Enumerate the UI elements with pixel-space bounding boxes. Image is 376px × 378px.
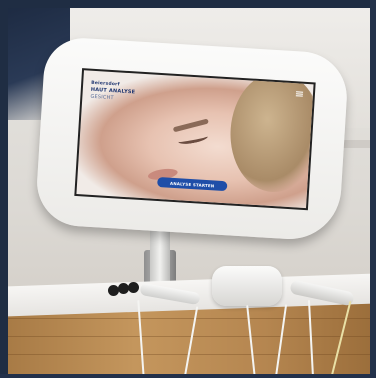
tablet-screen: Beiersdorf HAUT ANALYSE GESICHT ANALYSE … xyxy=(74,68,316,211)
menu-icon[interactable] xyxy=(295,91,304,97)
frame-edge xyxy=(0,0,8,378)
stand-neck xyxy=(150,225,170,285)
frame-edge xyxy=(370,0,376,378)
tablet-kiosk: Beiersdorf HAUT ANALYSE GESICHT ANALYSE … xyxy=(34,35,350,243)
analysis-device xyxy=(212,266,282,306)
frame-edge xyxy=(0,374,376,378)
photo-scene: Beiersdorf HAUT ANALYSE GESICHT ANALYSE … xyxy=(0,0,376,378)
frame-edge xyxy=(0,0,376,8)
knob xyxy=(128,282,139,293)
wood-grain xyxy=(5,318,376,319)
wood-grain xyxy=(5,354,376,355)
